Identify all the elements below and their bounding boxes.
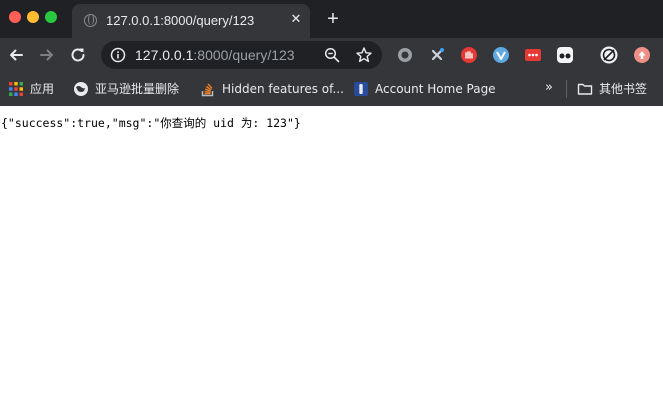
zoom-icon[interactable] <box>324 47 340 63</box>
profile-avatar-icon[interactable] <box>633 46 651 64</box>
bookmark-label: 亚马逊批量删除 <box>95 82 180 96</box>
bookmark-label: Hidden features of... <box>222 82 344 96</box>
toolbar: 127.0.0.1:8000/query/123 <box>0 38 663 72</box>
url-path: :8000/query/123 <box>193 47 295 63</box>
new-tab-button[interactable]: + <box>323 9 343 29</box>
forward-button[interactable] <box>36 44 58 66</box>
json-response-text: {"success":true,"msg":"你查询的 uid 为: 123"} <box>1 116 301 130</box>
window-zoom-button[interactable] <box>45 11 57 23</box>
tab-active[interactable]: 127.0.0.1:8000/query/123 ✕ <box>72 4 310 38</box>
forward-arrow-icon <box>40 49 53 61</box>
tab-close-icon[interactable]: ✕ <box>288 12 304 28</box>
back-arrow-icon <box>10 49 23 61</box>
bookmarks-bar: 应用 亚马逊批量删除 Hidden features of... Account… <box>0 72 663 106</box>
extension-vue-icon[interactable] <box>492 46 510 64</box>
globe-icon <box>84 14 97 27</box>
url-host: 127.0.0.1 <box>135 47 194 63</box>
account-icon <box>353 81 369 97</box>
apps-grid-icon <box>8 81 24 97</box>
site-info-icon[interactable] <box>110 47 126 63</box>
extension-dots-icon[interactable] <box>524 46 542 64</box>
stackoverflow-icon <box>200 81 216 97</box>
extension-glasses-icon[interactable] <box>556 46 574 64</box>
bookmark-label: 其他书签 <box>599 82 648 96</box>
extension-shield-icon[interactable] <box>460 46 478 64</box>
bookmark-label: Account Home Page <box>375 82 496 96</box>
page-content: {"success":true,"msg":"你查询的 uid 为: 123"} <box>0 106 663 409</box>
window-minimize-button[interactable] <box>27 11 39 23</box>
browser-chrome: 127.0.0.1:8000/query/123 ✕ + 127.0.0.1:8… <box>0 0 663 106</box>
back-button[interactable] <box>5 44 27 66</box>
address-bar[interactable]: 127.0.0.1:8000/query/123 <box>101 41 382 69</box>
reload-icon <box>71 48 85 62</box>
address-url[interactable]: 127.0.0.1:8000/query/123 <box>135 47 295 63</box>
bookmarks-overflow-button[interactable]: » <box>545 80 553 95</box>
tab-title: 127.0.0.1:8000/query/123 <box>106 13 255 28</box>
extension-x-icon[interactable] <box>428 46 446 64</box>
bookmark-label: 应用 <box>30 82 55 96</box>
globe-icon <box>73 81 89 97</box>
reload-button[interactable] <box>67 44 89 66</box>
folder-icon <box>577 81 593 97</box>
extension-compass-icon[interactable] <box>600 46 618 64</box>
window-close-button[interactable] <box>9 11 21 23</box>
extension-circle-icon[interactable] <box>396 46 414 64</box>
tab-strip: 127.0.0.1:8000/query/123 ✕ + <box>0 0 663 38</box>
bookmark-star-icon[interactable] <box>355 46 373 64</box>
bookmarks-separator <box>566 80 567 98</box>
